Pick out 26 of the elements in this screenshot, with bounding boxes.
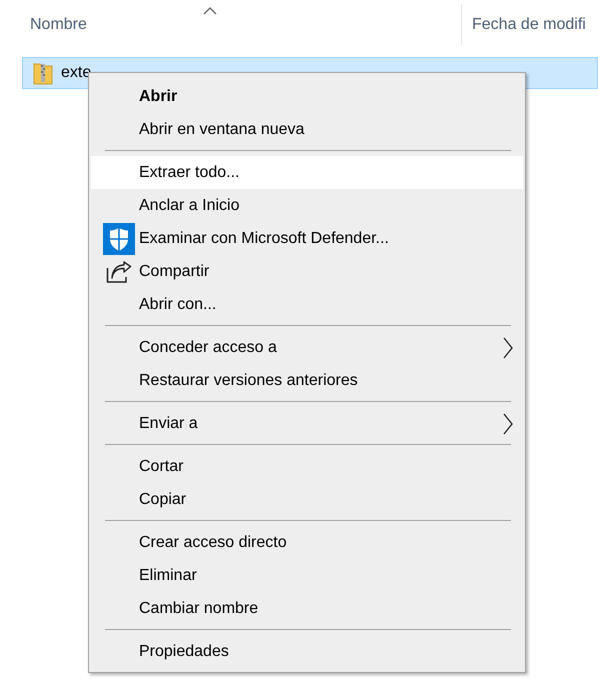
column-header[interactable]: Fecha de modifi bbox=[462, 4, 598, 45]
menu-item[interactable]: Abrir con... bbox=[91, 288, 523, 321]
column-header[interactable]: Nombre bbox=[0, 4, 462, 45]
menu-item[interactable]: Abrir bbox=[91, 80, 523, 113]
menu-item[interactable]: Extraer todo... bbox=[91, 156, 523, 189]
menu-item[interactable]: Crear acceso directo bbox=[91, 526, 523, 559]
chevron-right-icon bbox=[503, 412, 513, 434]
menu-item[interactable]: Abrir en ventana nueva bbox=[91, 113, 523, 146]
zip-folder-icon bbox=[33, 61, 53, 85]
menu-item[interactable]: Examinar con Microsoft Defender... bbox=[91, 222, 523, 255]
menu-item[interactable]: Conceder acceso a bbox=[91, 331, 523, 364]
menu-item[interactable]: Enviar a bbox=[91, 407, 523, 440]
menu-item[interactable]: Eliminar bbox=[91, 559, 523, 592]
menu-item[interactable]: Propiedades bbox=[91, 635, 523, 668]
chevron-right-icon bbox=[503, 336, 513, 358]
share-icon bbox=[106, 260, 132, 282]
menu-item[interactable]: Anclar a Inicio bbox=[91, 189, 523, 222]
menu-item[interactable]: Compartir bbox=[91, 255, 523, 288]
menu-item[interactable]: Copiar bbox=[91, 483, 523, 516]
menu-item[interactable]: Cortar bbox=[91, 450, 523, 483]
shield-icon bbox=[103, 222, 135, 254]
menu-item[interactable]: Cambiar nombre bbox=[91, 592, 523, 625]
column-label: Fecha de modifi bbox=[472, 16, 586, 34]
file-name: exte bbox=[61, 64, 92, 82]
column-label: Nombre bbox=[30, 16, 87, 34]
menu-item[interactable]: Restaurar versiones anteriores bbox=[91, 364, 523, 397]
